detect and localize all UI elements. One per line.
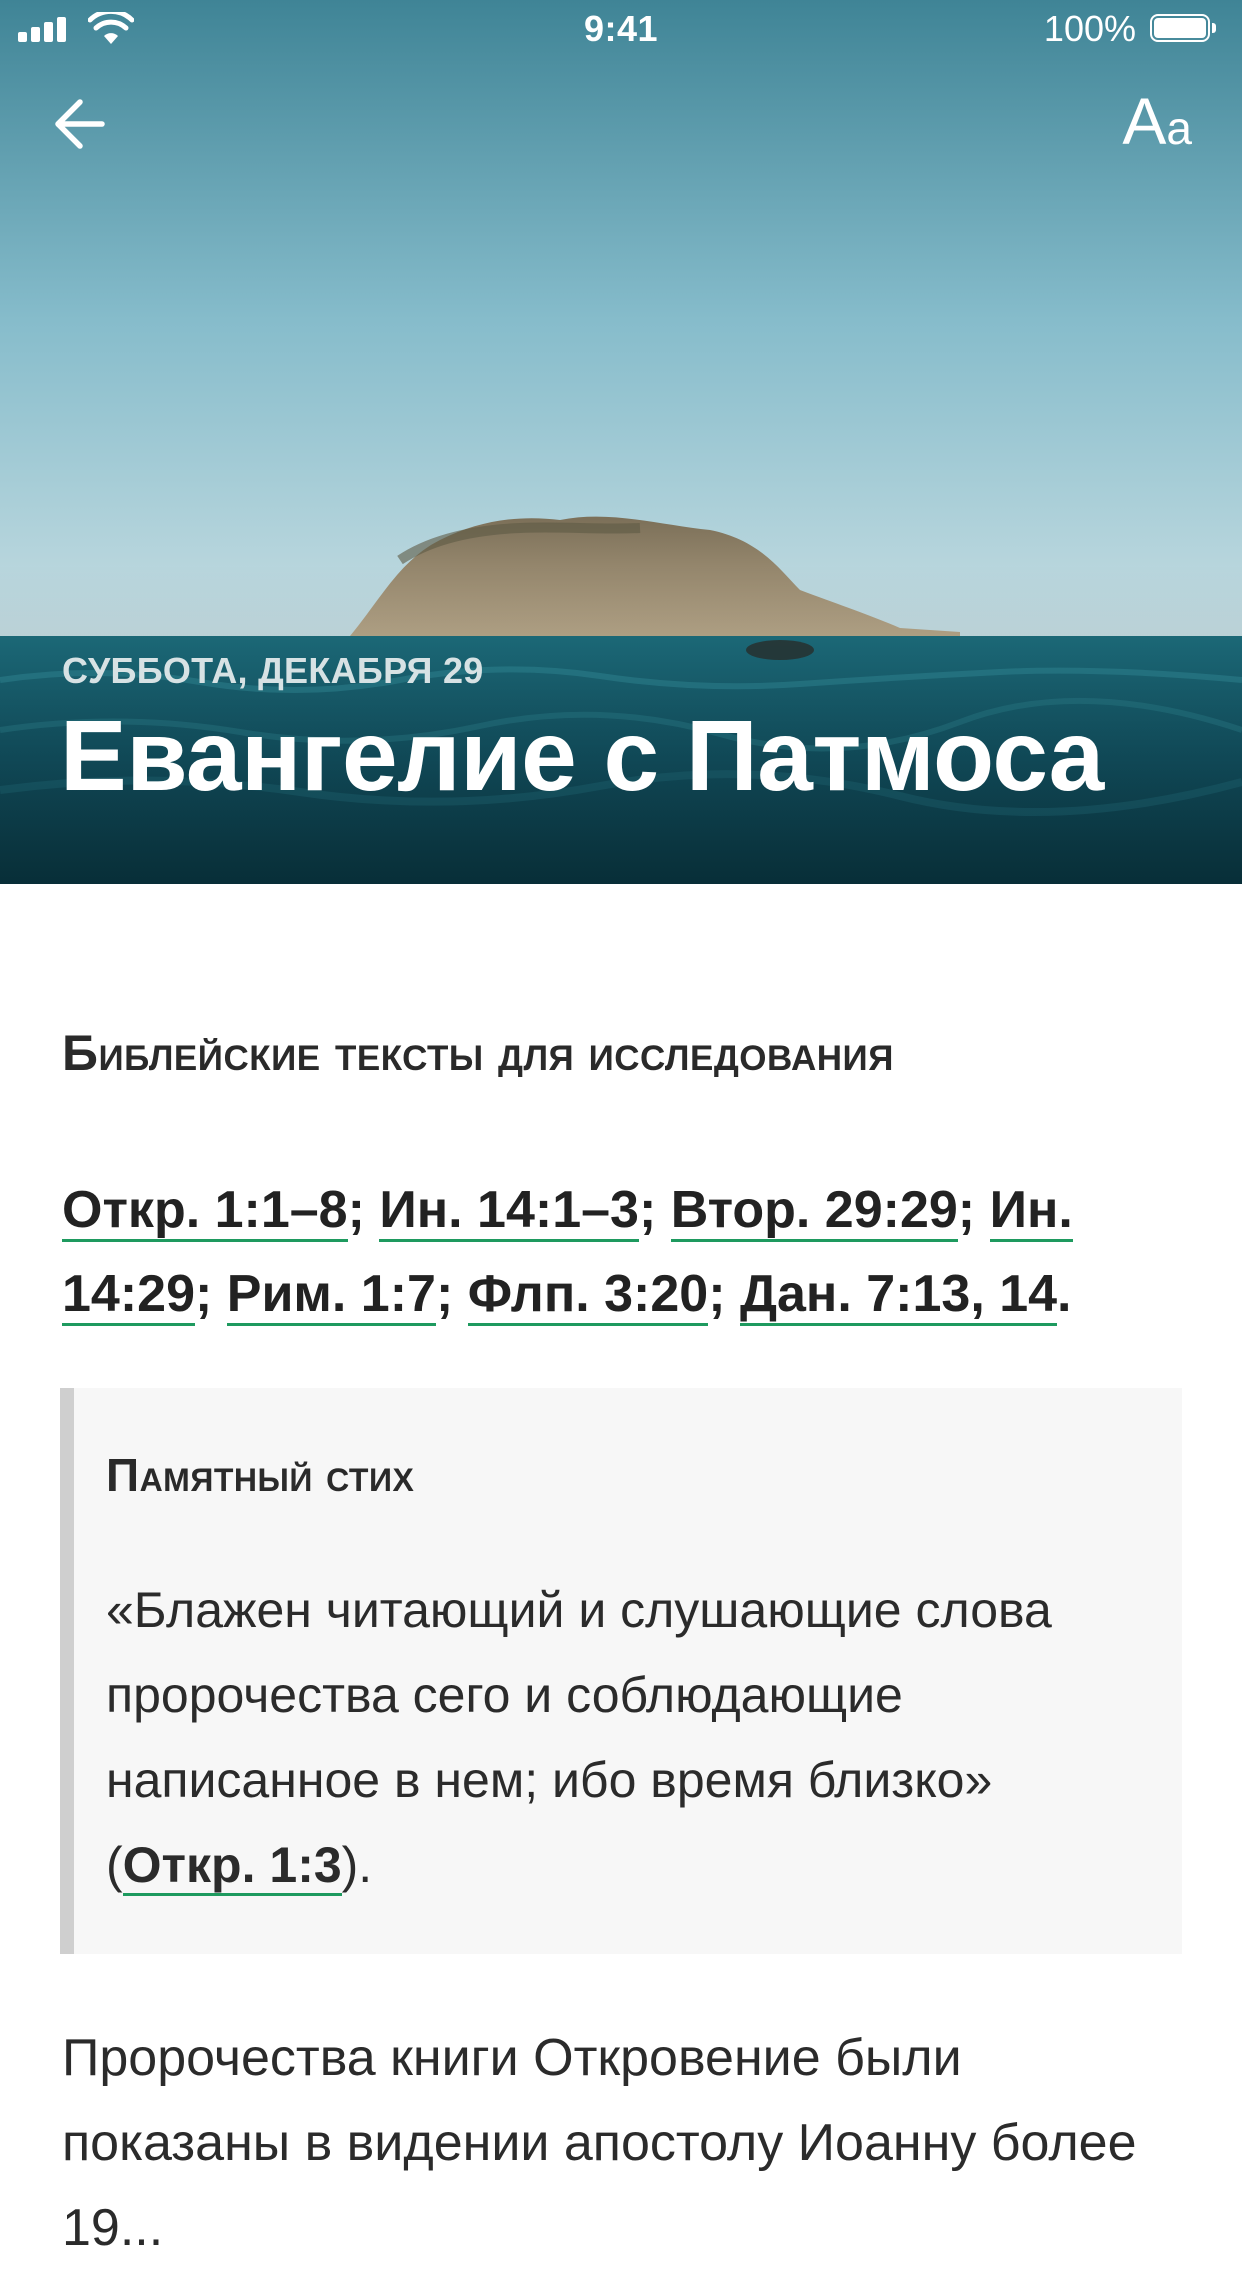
- ref-end: .: [1057, 1265, 1072, 1323]
- reference-link[interactable]: Рим. 1:7: [226, 1265, 436, 1326]
- memory-verse-block: Памятный стих «Блажен читающий и слушающ…: [60, 1388, 1182, 1954]
- font-size-big-letter: A: [1122, 84, 1167, 158]
- ref-sep: ;: [195, 1265, 227, 1323]
- ref-sep: ;: [638, 1181, 671, 1239]
- ref-sep: ;: [435, 1265, 468, 1323]
- lesson-title: Евангелие с Патмоса: [60, 700, 1104, 812]
- arrow-left-icon[interactable]: [52, 94, 112, 154]
- ref-sep: ;: [957, 1181, 990, 1239]
- lesson-body-paragraph: Пророчества книги Откровение были показа…: [62, 2029, 1137, 2257]
- hero-banner: 9:41 100% Aa СУББОТА, ДЕКАБРЯ 29 Евангел…: [0, 0, 1242, 884]
- memory-verse-reference-link[interactable]: Откр. 1:3: [122, 1837, 342, 1896]
- font-size-icon[interactable]: Aa: [1122, 88, 1192, 154]
- ref-sep: ;: [347, 1181, 380, 1239]
- memory-verse-title: Памятный стих: [106, 1449, 415, 1501]
- battery-icon: [1150, 14, 1216, 44]
- font-size-small-letter: a: [1166, 102, 1192, 154]
- status-bar: 9:41 100%: [0, 0, 1242, 60]
- study-references: Откр. 1:1–8; Ин. 14:1–3; Втор. 29:29; Ин…: [62, 1168, 1182, 1336]
- memory-verse-text: «Блажен читающий и слушающие слова проро…: [106, 1568, 1146, 1908]
- memory-verse-tail: ).: [341, 1837, 373, 1893]
- battery-percent: 100%: [1043, 8, 1136, 49]
- reference-link[interactable]: Откр. 1:1–8: [62, 1181, 348, 1242]
- lesson-date: СУББОТА, ДЕКАБРЯ 29: [62, 650, 484, 691]
- study-texts-heading: Библейские тексты для исследования: [62, 1025, 894, 1081]
- ref-sep: ;: [708, 1265, 740, 1323]
- reference-link[interactable]: Втор. 29:29: [670, 1181, 958, 1242]
- reference-link[interactable]: Флп. 3:20: [467, 1265, 709, 1326]
- reference-link[interactable]: Ин. 14:1–3: [379, 1181, 639, 1242]
- reference-link[interactable]: Дан. 7:13, 14: [739, 1265, 1058, 1326]
